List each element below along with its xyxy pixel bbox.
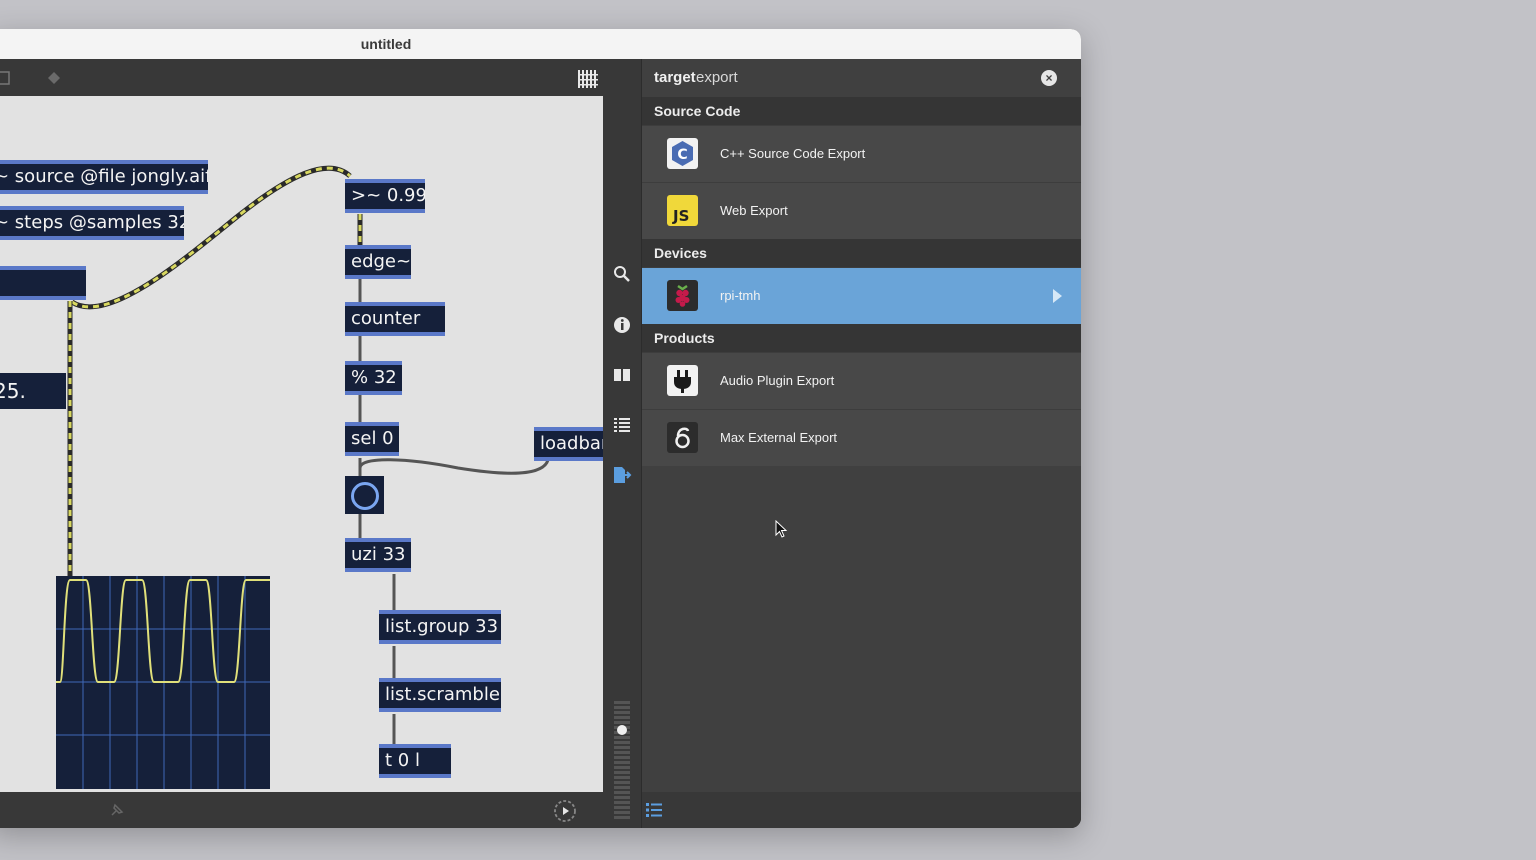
export-item-cpp[interactable]: C C++ Source Code Export (642, 125, 1081, 182)
item-label: Max External Export (720, 430, 838, 445)
scope-display[interactable] (56, 576, 270, 789)
counter-object[interactable]: counter (345, 302, 445, 336)
item-label: Web Export (720, 203, 788, 218)
edge-object[interactable]: edge~ (345, 245, 411, 279)
list-scramble-object[interactable]: list.scramble (379, 678, 501, 712)
uzi-object[interactable]: uzi 33 (345, 538, 411, 572)
plug-icon (667, 365, 698, 396)
js-icon: JS (667, 195, 698, 226)
reference-book-icon[interactable] (613, 367, 631, 383)
steps-object[interactable]: ~ steps @samples 32 (0, 206, 184, 240)
pin-icon[interactable] (108, 801, 126, 819)
cpp-icon: C (667, 138, 698, 169)
raspberry-pi-icon (667, 280, 698, 311)
mouse-cursor-icon (775, 520, 788, 538)
volume-slider[interactable] (614, 701, 630, 819)
source-object[interactable]: ~ source @file jongly.aif (0, 160, 208, 194)
cpp-badge: C (677, 147, 687, 163)
bang-circle (351, 482, 379, 510)
item-label: C++ Source Code Export (720, 146, 866, 161)
info-icon[interactable] (613, 316, 631, 334)
export-panel-footer (642, 792, 1081, 828)
export-icon[interactable] (612, 466, 632, 484)
item-label: rpi-tmh (720, 288, 761, 303)
chevron-right-icon[interactable] (1053, 289, 1062, 303)
export-item-web[interactable]: JS Web Export (642, 182, 1081, 239)
mod-object[interactable]: % 32 (345, 361, 402, 395)
sel-object[interactable]: sel 0 (345, 422, 399, 456)
section-source-code: Source Code (642, 97, 1081, 125)
export-item-max-external[interactable]: Max External Export (642, 409, 1081, 466)
sidebar-icon-strip (603, 59, 642, 828)
js-badge: JS (673, 207, 690, 225)
header-key: target (654, 69, 696, 86)
patcher-toolbar (0, 59, 603, 96)
title-bar: untitled (0, 29, 1081, 60)
trigger-object[interactable]: t 0 l (379, 744, 451, 778)
grid-icon[interactable] (577, 68, 599, 90)
close-icon[interactable]: × (1041, 70, 1057, 86)
export-sidebar: target export × Source Code C C++ Source… (642, 59, 1081, 828)
window-title: untitled (360, 36, 412, 52)
export-item-rpi[interactable]: rpi-tmh (642, 267, 1081, 538)
patcher-bottom-bar (0, 792, 603, 828)
section-devices: Devices (642, 239, 1081, 267)
section-products: Products (642, 324, 1081, 352)
search-icon[interactable] (613, 265, 631, 283)
section-title: Products (654, 330, 715, 346)
volume-slider-knob[interactable] (617, 725, 627, 735)
export-item-audio-plugin[interactable]: Audio Plugin Export (642, 352, 1081, 409)
item-label: Audio Plugin Export (720, 373, 835, 388)
list-group-object[interactable]: list.group 33 (379, 610, 501, 644)
loadbang-object[interactable]: loadbar (534, 427, 603, 461)
paint-bucket-icon[interactable] (45, 69, 63, 87)
export-panel-header: target export × (642, 59, 1081, 97)
lock-icon[interactable] (0, 70, 12, 86)
blank-object[interactable] (0, 266, 86, 300)
header-value: export (696, 69, 738, 86)
bang-button[interactable] (345, 476, 384, 514)
threshold-object[interactable]: >~ 0.99 (345, 179, 425, 213)
section-title: Devices (654, 245, 707, 261)
list-icon[interactable] (613, 417, 631, 433)
patcher-window: untitled ~ source @file jongly.aif ~ ste… (0, 29, 1081, 828)
patcher-canvas[interactable]: ~ source @file jongly.aif ~ steps @sampl… (0, 96, 603, 792)
play-icon[interactable] (553, 799, 577, 823)
section-title: Source Code (654, 103, 741, 119)
number-box[interactable]: 25. (0, 373, 66, 409)
list-view-icon[interactable] (645, 802, 663, 818)
max-icon (667, 422, 698, 453)
